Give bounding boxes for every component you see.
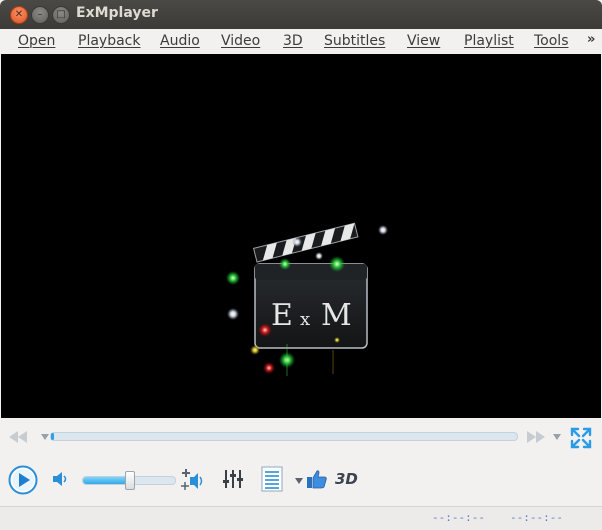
- menu-playback[interactable]: Playback: [78, 33, 140, 49]
- volume-slider[interactable]: [82, 471, 176, 490]
- playlist-icon[interactable]: [261, 466, 283, 492]
- close-icon: ✕: [14, 9, 24, 20]
- menu-bar: Open Playback Audio Video 3D Subtitles V…: [0, 29, 602, 54]
- menu-view[interactable]: View: [407, 33, 440, 49]
- video-area[interactable]: E x M: [1, 54, 601, 418]
- menu-overflow-button[interactable]: »: [587, 32, 595, 47]
- menu-3d[interactable]: 3D: [283, 33, 303, 49]
- volume-slider-handle[interactable]: [125, 471, 135, 490]
- like-icon[interactable]: [306, 469, 328, 489]
- logo-letter-m: M: [321, 298, 352, 333]
- exmplayer-logo: E x M: [226, 222, 388, 376]
- volume-boost-icon[interactable]: [181, 468, 205, 492]
- volume-icon[interactable]: [52, 471, 70, 487]
- seek-end-marker-icon: [553, 434, 561, 440]
- menu-subtitles[interactable]: Subtitles: [324, 33, 385, 49]
- equalizer-icon[interactable]: [222, 468, 244, 490]
- menu-audio[interactable]: Audio: [160, 33, 200, 49]
- fullscreen-icon[interactable]: [570, 427, 592, 449]
- menu-playlist[interactable]: Playlist: [464, 33, 514, 49]
- maximize-button[interactable]: □: [52, 6, 70, 24]
- window-title: ExMplayer: [76, 5, 158, 21]
- minimize-icon: –: [37, 9, 43, 20]
- menu-video[interactable]: Video: [221, 33, 260, 49]
- toggle-3d-button[interactable]: 3D: [335, 470, 358, 488]
- logo-letter-e: E: [271, 298, 293, 333]
- seek-bar[interactable]: [50, 432, 518, 441]
- title-bar: ✕ – □ ExMplayer: [0, 0, 602, 29]
- logo-letter-x: x: [300, 309, 310, 330]
- seek-bar-fill: [51, 433, 54, 440]
- forward-icon[interactable]: [526, 430, 546, 444]
- menu-open[interactable]: Open: [18, 33, 55, 49]
- playlist-dropdown-icon[interactable]: [294, 477, 304, 485]
- minimize-button[interactable]: –: [31, 6, 49, 24]
- volume-slider-fill: [83, 477, 129, 484]
- maximize-icon: □: [56, 9, 66, 20]
- rewind-icon[interactable]: [8, 430, 28, 444]
- seek-start-marker-icon: [41, 434, 49, 440]
- menu-tools[interactable]: Tools: [534, 33, 569, 49]
- status-bar: --:--:-- --:--:--: [0, 506, 602, 530]
- play-button[interactable]: [8, 465, 38, 495]
- close-button[interactable]: ✕: [10, 6, 28, 24]
- current-time: --:--:--: [432, 511, 485, 524]
- control-panel: 3D: [0, 418, 602, 506]
- total-time: --:--:--: [510, 511, 563, 524]
